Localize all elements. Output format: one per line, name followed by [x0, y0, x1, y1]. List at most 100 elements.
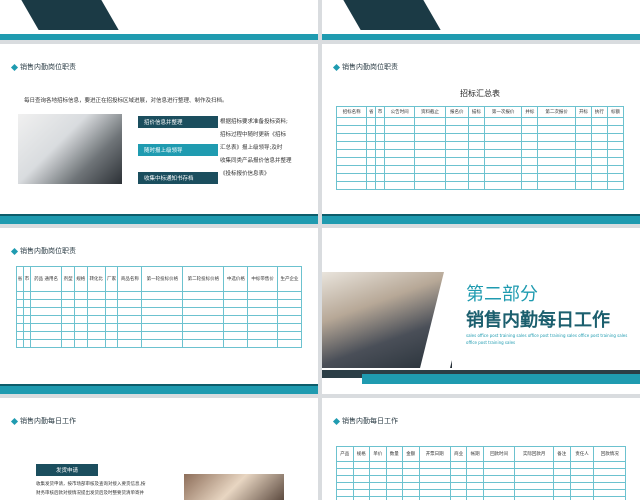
- table-cell[interactable]: [366, 157, 377, 166]
- table-cell[interactable]: [483, 165, 523, 174]
- table-cell[interactable]: [383, 125, 416, 134]
- table-cell[interactable]: [276, 307, 303, 316]
- table-cell[interactable]: [593, 489, 626, 497]
- table-cell[interactable]: [444, 173, 469, 182]
- table-cell[interactable]: [369, 468, 387, 476]
- table-cell[interactable]: [182, 291, 225, 300]
- table-cell[interactable]: [385, 475, 403, 483]
- table-cell[interactable]: [606, 125, 625, 134]
- table-cell[interactable]: [22, 307, 31, 316]
- table-cell[interactable]: [223, 315, 249, 324]
- table-cell[interactable]: [335, 165, 368, 174]
- table-cell[interactable]: [444, 141, 469, 150]
- table-cell[interactable]: [521, 165, 539, 174]
- slide-daily-work-2[interactable]: 销售内勤每日工作 产品 规格 单价 数量 金额 开票日期 商业 帐期 回款时间 实际回款月 备注 责任…: [322, 398, 640, 500]
- table-cell[interactable]: [336, 482, 354, 490]
- table-cell[interactable]: [73, 339, 88, 348]
- table-cell[interactable]: [418, 482, 451, 490]
- table-cell[interactable]: [414, 125, 446, 134]
- table-cell[interactable]: [366, 149, 377, 158]
- table-cell[interactable]: [483, 125, 523, 134]
- table-cell[interactable]: [182, 299, 225, 308]
- table-cell[interactable]: [514, 489, 555, 497]
- table-cell[interactable]: [418, 461, 451, 469]
- table-cell[interactable]: [467, 117, 485, 126]
- table-cell[interactable]: [482, 489, 516, 497]
- table-cell[interactable]: [375, 181, 385, 190]
- table-cell[interactable]: [514, 461, 555, 469]
- table-cell[interactable]: [276, 323, 303, 332]
- table-cell[interactable]: [369, 461, 387, 469]
- table-cell[interactable]: [418, 489, 451, 497]
- table-cell[interactable]: [86, 291, 106, 300]
- table-cell[interactable]: [141, 331, 184, 340]
- table-cell[interactable]: [466, 496, 484, 500]
- table-cell[interactable]: [336, 489, 354, 497]
- table-cell[interactable]: [467, 157, 485, 166]
- table-cell[interactable]: [369, 482, 387, 490]
- table-cell[interactable]: [16, 291, 24, 300]
- table-cell[interactable]: [553, 475, 571, 483]
- table-cell[interactable]: [335, 157, 368, 166]
- table-cell[interactable]: [590, 173, 608, 182]
- table-cell[interactable]: [606, 149, 625, 158]
- table-cell[interactable]: [521, 133, 539, 142]
- table-cell[interactable]: [141, 307, 184, 316]
- table-cell[interactable]: [104, 315, 119, 324]
- table-cell[interactable]: [73, 315, 88, 324]
- table-cell[interactable]: [574, 173, 592, 182]
- table-cell[interactable]: [449, 482, 468, 490]
- table-cell[interactable]: [335, 181, 368, 190]
- table-cell[interactable]: [336, 496, 354, 500]
- slide-job-duties-1[interactable]: 销售内勤岗位职责 每日查询各地招标信息，要进正在招投标区域进展，对信息进行整理、…: [0, 44, 318, 224]
- table-cell[interactable]: [593, 482, 626, 490]
- table-cell[interactable]: [61, 307, 75, 316]
- table-cell[interactable]: [482, 496, 516, 500]
- table-cell[interactable]: [383, 165, 416, 174]
- table-cell[interactable]: [22, 291, 31, 300]
- table-cell[interactable]: [482, 482, 516, 490]
- table-cell[interactable]: [449, 461, 468, 469]
- table-cell[interactable]: [574, 125, 592, 134]
- table-cell[interactable]: [86, 315, 106, 324]
- table-cell[interactable]: [590, 141, 608, 150]
- table-cell[interactable]: [514, 468, 555, 476]
- table-cell[interactable]: [537, 181, 576, 190]
- table-cell[interactable]: [104, 307, 119, 316]
- table-cell[interactable]: [385, 482, 403, 490]
- table-cell[interactable]: [483, 133, 523, 142]
- table-cell[interactable]: [402, 468, 420, 476]
- table-cell[interactable]: [590, 157, 608, 166]
- table-cell[interactable]: [590, 149, 608, 158]
- table-cell[interactable]: [223, 323, 249, 332]
- table-cell[interactable]: [182, 323, 225, 332]
- table-cell[interactable]: [521, 117, 539, 126]
- table-cell[interactable]: [466, 468, 484, 476]
- table-cell[interactable]: [141, 299, 184, 308]
- table-cell[interactable]: [383, 157, 416, 166]
- table-cell[interactable]: [444, 157, 469, 166]
- table-cell[interactable]: [369, 496, 387, 500]
- table-cell[interactable]: [335, 133, 368, 142]
- table-cell[interactable]: [590, 117, 608, 126]
- table-cell[interactable]: [335, 149, 368, 158]
- table-cell[interactable]: [606, 157, 625, 166]
- table-cell[interactable]: [16, 299, 24, 308]
- slide-drug-bid-table[interactable]: 销售内勤岗位职责 省市药品 通用名 剂型 规格 转化比 厂家 商品名称 第一轮投标价格 第二轮…: [0, 228, 318, 394]
- table-cell[interactable]: [385, 461, 403, 469]
- table-cell[interactable]: [117, 323, 143, 332]
- table-cell[interactable]: [569, 468, 595, 476]
- table-cell[interactable]: [375, 157, 385, 166]
- table-cell[interactable]: [553, 468, 571, 476]
- table-cell[interactable]: [574, 149, 592, 158]
- table-cell[interactable]: [402, 496, 420, 500]
- table-cell[interactable]: [444, 117, 469, 126]
- table-cell[interactable]: [574, 157, 592, 166]
- table-cell[interactable]: [537, 117, 576, 126]
- table-cell[interactable]: [247, 339, 278, 348]
- table-cell[interactable]: [467, 181, 485, 190]
- table-cell[interactable]: [444, 133, 469, 142]
- table-cell[interactable]: [352, 468, 370, 476]
- table-cell[interactable]: [483, 149, 523, 158]
- table-cell[interactable]: [86, 307, 106, 316]
